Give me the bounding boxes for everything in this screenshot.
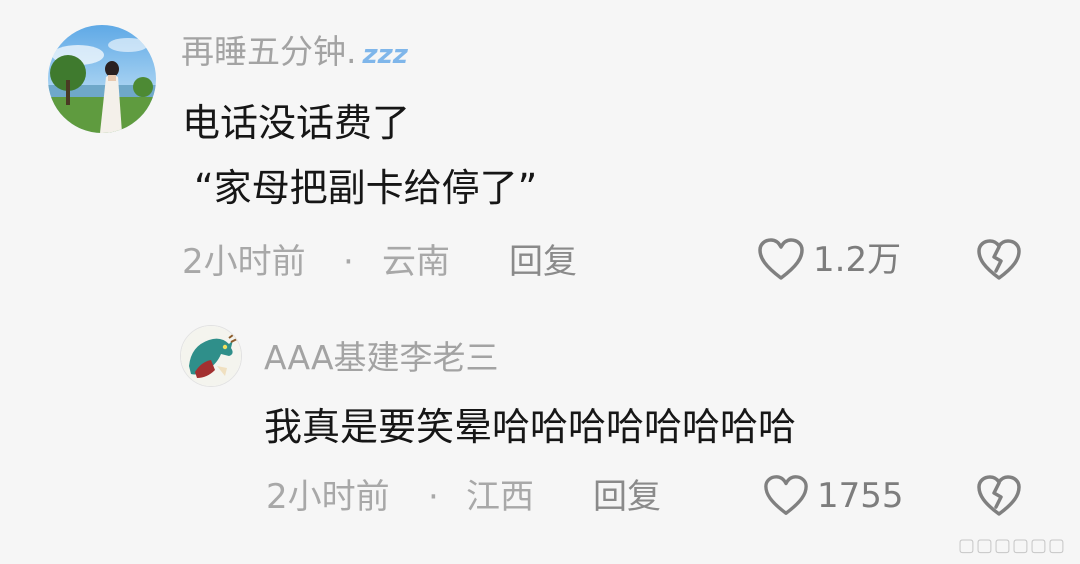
comment-location: 云南 xyxy=(382,242,450,282)
reply-avatar[interactable] xyxy=(180,325,242,387)
reply-button[interactable]: 回复 xyxy=(593,477,661,517)
meta-separator: · xyxy=(343,242,354,282)
reply-time: 2小时前 xyxy=(266,477,390,517)
comment-username[interactable]: 再睡五分钟. zzz xyxy=(181,32,408,75)
reply-button[interactable]: 回复 xyxy=(509,242,577,282)
comment-time: 2小时前 xyxy=(182,242,306,282)
dislike-button[interactable] xyxy=(976,238,1022,286)
like-button[interactable]: 1.2万 xyxy=(757,238,901,282)
dragon-avatar-icon xyxy=(181,326,241,386)
comment-text-line-2: “家母把副卡给停了” xyxy=(194,166,538,210)
like-count: 1755 xyxy=(817,476,904,516)
reply-location: 江西 xyxy=(466,477,534,517)
avatar-photo xyxy=(48,25,156,133)
reply-text: 我真是要笑晕哈哈哈哈哈哈哈哈 xyxy=(264,405,797,449)
reply-username[interactable]: AAA基建李老三 xyxy=(264,338,499,378)
like-count: 1.2万 xyxy=(813,240,902,280)
broken-heart-icon xyxy=(977,475,1021,516)
dislike-button[interactable] xyxy=(976,474,1022,522)
username-text: 再睡五分钟. xyxy=(181,32,357,71)
watermark: ▢▢▢▢▢▢ xyxy=(957,535,1066,556)
comment-text-line-1: 电话没话费了 xyxy=(182,101,411,145)
zzz-icon: zzz xyxy=(362,40,408,70)
heart-outline-icon xyxy=(764,475,808,515)
avatar[interactable] xyxy=(48,25,156,133)
meta-separator: · xyxy=(428,477,439,517)
like-button[interactable]: 1755 xyxy=(763,474,904,518)
broken-heart-icon xyxy=(977,239,1021,280)
heart-outline-icon xyxy=(758,238,804,280)
